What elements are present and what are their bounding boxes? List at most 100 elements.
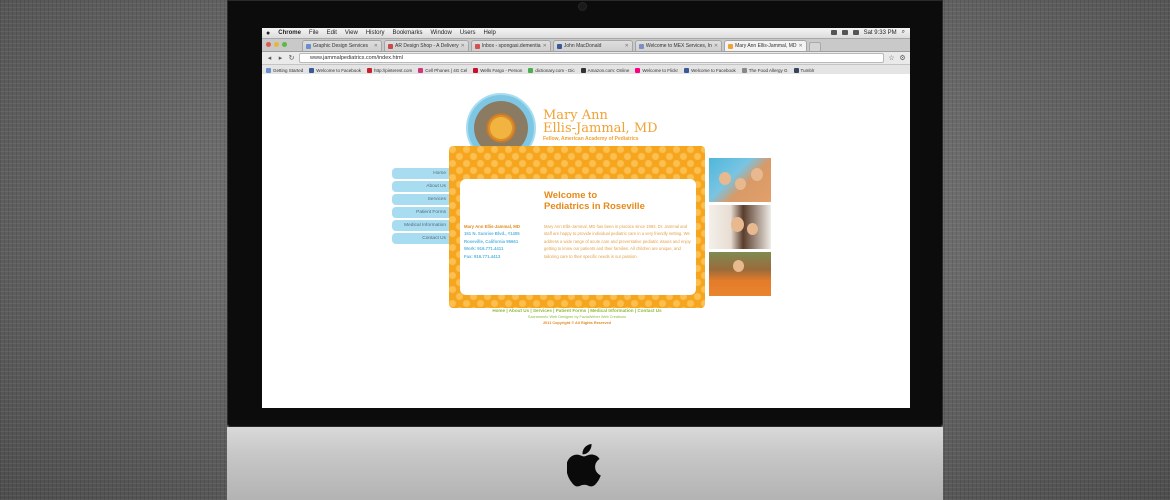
browser-tabstrip: Graphic Design Services ✕ AR Design Shop… xyxy=(262,39,910,52)
tab-close-icon[interactable]: ✕ xyxy=(714,43,718,49)
browser-toolbar: ◂ ▸ ↻ www.jammalpediatrics.com/index.htm… xyxy=(262,52,910,65)
forward-arrow-icon[interactable]: ▸ xyxy=(277,54,284,62)
nav-patient-forms[interactable]: Patient Forms xyxy=(392,207,450,218)
bookmark-favicon-icon xyxy=(418,67,424,73)
back-arrow-icon[interactable]: ◂ xyxy=(266,54,273,62)
menu-window[interactable]: Window xyxy=(431,30,452,36)
tab-close-icon[interactable]: ✕ xyxy=(543,43,547,49)
minimize-window-button[interactable] xyxy=(274,42,279,47)
nav-contact-us[interactable]: Contact Us xyxy=(392,233,450,244)
menu-app-name[interactable]: Chrome xyxy=(278,30,301,36)
bookmark-item[interactable]: Welcome to Facebook xyxy=(684,67,736,73)
bookmark-favicon-icon xyxy=(741,67,747,73)
site-nav: Home About Us Services Patient Forms Med… xyxy=(392,168,450,246)
child-face xyxy=(719,172,731,185)
bookmark-favicon-icon xyxy=(266,67,271,73)
bookmark-item[interactable]: dictionary.com - Dic xyxy=(528,67,575,73)
pumpkin-patch-photo xyxy=(709,252,771,296)
bookmark-favicon-icon xyxy=(309,67,315,73)
reload-icon[interactable]: ↻ xyxy=(288,54,295,62)
tab-favicon-icon xyxy=(638,43,644,49)
bookmark-item[interactable]: Wells Fargo - Person xyxy=(473,67,523,73)
tab-ar-design[interactable]: AR Design Shop - A Delivery ✕ xyxy=(384,40,469,51)
contact-address1: 151 N. Sunrise Blvd., #1405 xyxy=(464,231,520,237)
tab-favicon-icon xyxy=(474,43,480,49)
child-face xyxy=(751,168,763,181)
tab-inbox[interactable]: Inbox - spongasi.dementia ✕ xyxy=(470,40,551,51)
bookmark-item[interactable]: Cell Phones | 4G Cel xyxy=(418,67,468,73)
imac-monitor: ● Chrome File Edit View History Bookmark… xyxy=(227,0,943,500)
battery-icon[interactable] xyxy=(852,30,859,35)
site-subtitle: Fellow, American Academy of Pediatrics xyxy=(543,136,639,142)
bookmark-star-icon[interactable]: ☆ xyxy=(888,54,895,62)
welcome-line1: Welcome to xyxy=(544,190,598,201)
footer-credit[interactable]: Sacramento Web Designer by FaziaWeber We… xyxy=(449,315,705,319)
monitor-bezel: ● Chrome File Edit View History Bookmark… xyxy=(227,0,943,427)
tab-label: Mary Ann Ellis-Jammal, MD xyxy=(735,43,797,49)
bookmark-item[interactable]: The Food Allergy G xyxy=(741,67,788,73)
footer-links[interactable]: Home | About Us | Services | Patient For… xyxy=(449,308,705,313)
apple-logo-icon xyxy=(567,444,601,487)
tab-label: AR Design Shop - A Delivery xyxy=(395,43,459,49)
contact-fax: Fax: 916.771.4413 xyxy=(464,253,501,259)
apple-menu-icon[interactable]: ● xyxy=(266,30,270,37)
spotlight-search-icon[interactable]: ⌕ xyxy=(902,29,905,36)
menu-view[interactable]: View xyxy=(345,30,358,36)
tab-favicon-icon xyxy=(556,43,562,49)
contact-name: Mary Ann Ellis-Jammal, MD xyxy=(464,224,520,229)
menubar-clock[interactable]: Sat 9:33 PM xyxy=(864,30,897,36)
kids-group-photo xyxy=(709,158,771,202)
menu-help[interactable]: Help xyxy=(484,30,496,36)
bookmark-item[interactable]: Welcome to Facebook xyxy=(309,67,361,73)
nav-services[interactable]: Services xyxy=(392,194,450,205)
site-title: Mary Ann Ellis-Jammal, MD xyxy=(543,109,723,135)
bookmark-item[interactable]: Amazon.com: Online xyxy=(580,67,629,73)
tab-close-icon[interactable]: ✕ xyxy=(461,43,465,49)
address-bar-url: www.jammalpediatrics.com/index.html xyxy=(310,55,403,61)
tab-close-icon[interactable]: ✕ xyxy=(625,43,629,49)
contact-block: Mary Ann Ellis-Jammal, MD 151 N. Sunrise… xyxy=(464,223,544,260)
nav-home[interactable]: Home xyxy=(392,168,450,179)
tab-close-icon[interactable]: ✕ xyxy=(374,43,378,49)
new-tab-button[interactable] xyxy=(808,42,821,51)
bookmark-label: Wells Fargo - Person xyxy=(480,67,523,73)
tab-close-icon[interactable]: ✕ xyxy=(799,43,803,49)
wifi-icon[interactable] xyxy=(830,30,837,35)
child-face xyxy=(747,223,758,235)
address-bar[interactable]: www.jammalpediatrics.com/index.html xyxy=(299,53,884,63)
tab-graphic-design[interactable]: Graphic Design Services ✕ xyxy=(302,40,382,51)
nav-medical-information[interactable]: Medical Information xyxy=(392,220,450,231)
orange-content-panel: Mary Ann Ellis-Jammal, MD 151 N. Sunrise… xyxy=(449,146,705,308)
tab-favicon-icon xyxy=(306,43,311,49)
menu-edit[interactable]: Edit xyxy=(327,30,337,36)
menu-file[interactable]: File xyxy=(309,30,319,36)
tab-mary-ann[interactable]: Mary Ann Ellis-Jammal, MD ✕ xyxy=(724,40,807,51)
bookmark-favicon-icon xyxy=(528,67,534,73)
bookmark-label: Cell Phones | 4G Cel xyxy=(425,67,468,73)
bookmark-item[interactable]: Tumblr xyxy=(793,67,814,73)
site-title-line2: Ellis-Jammal, MD xyxy=(543,121,658,136)
volume-icon[interactable] xyxy=(841,30,848,35)
menu-history[interactable]: History xyxy=(366,30,385,36)
photo-column xyxy=(709,158,771,299)
zoom-window-button[interactable] xyxy=(282,42,287,47)
tab-favicon-icon xyxy=(388,43,393,49)
footer-copyright: 2011 Copyright © All Rights Reserved xyxy=(543,321,611,325)
bookmark-label: Getting Started xyxy=(273,67,304,73)
close-window-button[interactable] xyxy=(266,42,271,47)
bookmark-item[interactable]: Welcome to Flickr xyxy=(635,67,678,73)
welcome-heading: Welcome to Pediatrics in Roseville xyxy=(544,190,674,212)
menu-users[interactable]: Users xyxy=(460,30,476,36)
menu-bookmarks[interactable]: Bookmarks xyxy=(393,30,423,36)
tab-john-macdonald[interactable]: John MacDonald ✕ xyxy=(552,40,633,51)
intro-paragraph: Mary Ann Ellis-Jammal, MD has been in pr… xyxy=(544,224,691,259)
tab-mex-services[interactable]: Welcome to MEX Services, In ✕ xyxy=(634,40,723,51)
bookmark-favicon-icon xyxy=(684,67,690,73)
wrench-menu-icon[interactable]: ⚙ xyxy=(899,54,906,62)
bookmark-item[interactable]: http://pinterest.com xyxy=(366,67,412,73)
bookmark-item[interactable]: Getting Started xyxy=(266,67,304,73)
tab-label: John MacDonald xyxy=(563,43,602,49)
tab-favicon-icon xyxy=(728,43,734,49)
bookmark-favicon-icon xyxy=(366,67,372,73)
nav-about-us[interactable]: About Us xyxy=(392,181,450,192)
